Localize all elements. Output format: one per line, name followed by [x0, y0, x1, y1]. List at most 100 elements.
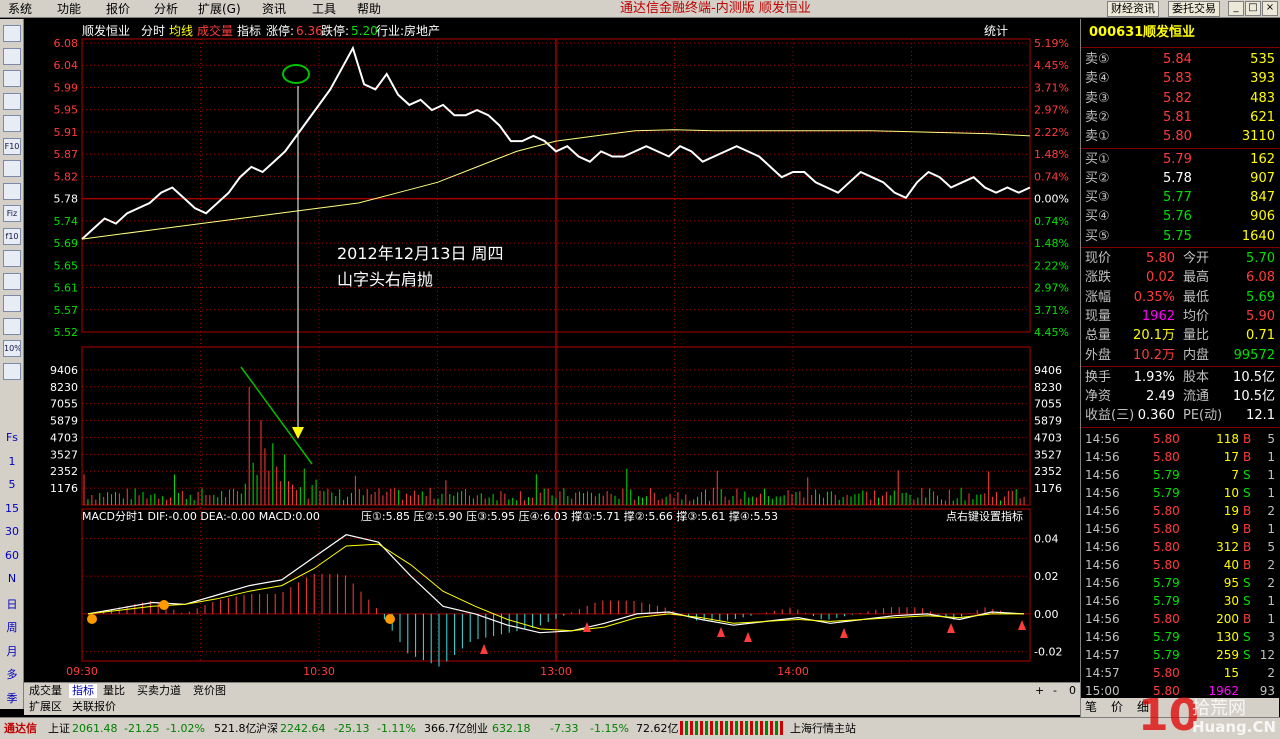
tab-bottom-indicator[interactable]: 指标	[69, 684, 97, 698]
search-icon[interactable]	[3, 250, 21, 267]
tick-row: 14:56 5.80 200 B 1	[1081, 610, 1279, 628]
tick-row: 14:56 5.80 118 B 5	[1081, 430, 1279, 448]
macd-levels: 压①:5.85 压②:5.90 压③:5.95 压④:6.03 撑①:5.71 …	[361, 510, 778, 523]
chart-a-icon[interactable]	[3, 272, 21, 290]
percent-icon[interactable]: 10%	[3, 340, 21, 357]
percent-tick-label: 4.45%	[1034, 326, 1069, 339]
period-10[interactable]: 月	[0, 643, 24, 659]
pencil-icon[interactable]	[3, 362, 21, 380]
tab-bottom-auction[interactable]: 竞价图	[190, 684, 229, 698]
hs-percent: -1.11%	[377, 722, 416, 735]
chart-b-icon[interactable]	[3, 295, 21, 312]
period-4[interactable]: 15	[0, 502, 24, 515]
grid-icon[interactable]	[3, 47, 21, 65]
trade-button[interactable]: 委托交易	[1168, 1, 1220, 17]
period-11[interactable]: 多	[0, 666, 24, 682]
fundamental-label-2: PE(动)	[1183, 408, 1223, 424]
stats-button[interactable]: 统计	[984, 24, 1008, 38]
f10b-icon[interactable]: f10	[3, 227, 21, 245]
menu-news[interactable]: 资讯	[262, 1, 286, 17]
tab-fenshi[interactable]: 分时	[141, 24, 165, 38]
tick-volume: 15	[1223, 665, 1239, 680]
panel-tab-3[interactable]: 细	[1137, 698, 1149, 717]
tab-related[interactable]: 关联报价	[69, 700, 119, 714]
tab-extension[interactable]: 扩展区	[26, 700, 65, 714]
tick-row: 14:57 5.79 259 S 12	[1081, 646, 1279, 664]
period-2[interactable]: 1	[0, 455, 24, 468]
menu-tools[interactable]: 工具	[312, 1, 336, 17]
percent-tick-label: 2.97%	[1034, 282, 1069, 295]
zoom-out-button[interactable]: -	[1050, 684, 1060, 698]
bid-label: 买②	[1085, 170, 1110, 186]
fundamental-row: 收益(三) 0.360 PE(动) 12.1	[1081, 406, 1279, 425]
tab-volume[interactable]: 成交量	[197, 24, 233, 38]
volume-tick-label-right: 5879	[1034, 415, 1062, 428]
period-1[interactable]: Fs	[0, 431, 24, 444]
minimize-button[interactable]: _	[1228, 1, 1244, 16]
f10-icon[interactable]: F10	[3, 137, 21, 155]
price-tick-label: 5.74	[54, 215, 79, 228]
menu-extend[interactable]: 扩展(G)	[198, 1, 241, 17]
tick-volume: 10	[1223, 485, 1239, 500]
tick-count: 2	[1267, 665, 1275, 680]
period-8[interactable]: 日	[0, 596, 24, 612]
tick-count: 1	[1267, 449, 1275, 464]
period-3[interactable]: 5	[0, 478, 24, 491]
period-6[interactable]: 60	[0, 549, 24, 562]
tick-time: 14:57	[1085, 665, 1120, 680]
percent-tick-label: 5.19%	[1034, 37, 1069, 50]
extension-tabs: 扩展区 关联报价	[24, 699, 1080, 715]
list-icon[interactable]	[3, 115, 21, 132]
ask-price: 5.80	[1163, 129, 1192, 145]
menu-analysis[interactable]: 分析	[154, 1, 178, 17]
period-12[interactable]: 季	[0, 690, 24, 706]
tab-bottom-volratio[interactable]: 量比	[100, 684, 128, 698]
quote-row: 涨幅 0.35% 最低 5.69	[1081, 288, 1279, 307]
zoom-in-button[interactable]: +	[1032, 684, 1047, 698]
percent-tick-label: 2.22%	[1034, 126, 1069, 139]
fiz-icon[interactable]: Fiz	[3, 205, 21, 222]
menu-function[interactable]: 功能	[57, 1, 81, 17]
tick-count: 2	[1267, 503, 1275, 518]
zoom-reset-button[interactable]: 0	[1066, 684, 1079, 698]
limit-up-value: 6.36	[296, 24, 323, 38]
chart-canvas: 6.08 5.19% 6.04 4.45% 5.99 3.71% 5.95 2.97% 5.91…	[50, 37, 1069, 678]
tab-bottom-volume[interactable]: 成交量	[26, 684, 65, 698]
period-9[interactable]: 周	[0, 619, 24, 635]
menu-quote[interactable]: 报价	[106, 1, 130, 17]
maximize-button[interactable]: □	[1245, 1, 1261, 16]
report-icon[interactable]	[3, 25, 21, 42]
close-button[interactable]: ×	[1262, 1, 1278, 16]
sell-signal-marker	[717, 627, 725, 637]
note-icon[interactable]	[3, 182, 21, 200]
tab-bottom-force[interactable]: 买卖力道	[134, 684, 184, 698]
tick-side: B	[1243, 503, 1252, 518]
quote-label-2: 最低	[1183, 289, 1210, 305]
tick-side: S	[1243, 485, 1251, 500]
sh-label: 上证	[48, 722, 70, 735]
quote-value-2: 0.71	[1246, 328, 1275, 344]
tab-indicator[interactable]: 指标	[237, 24, 261, 38]
news-button[interactable]: 财经资讯	[1107, 1, 1159, 17]
period-5[interactable]: 30	[0, 525, 24, 538]
menu-system[interactable]: 系统	[8, 1, 32, 17]
tick-row: 14:56 5.80 312 B 5	[1081, 538, 1279, 556]
panel-tab-2[interactable]: 价	[1111, 698, 1123, 717]
tick-side: B	[1243, 431, 1252, 446]
intraday-chart[interactable]: 6.08 5.19% 6.04 4.45% 5.99 3.71% 5.95 2.97% 5.91…	[24, 19, 1080, 682]
quote-value-2: 6.08	[1246, 270, 1275, 286]
chart-c-icon[interactable]	[3, 317, 21, 335]
panel-tab-1[interactable]: 笔	[1085, 698, 1097, 717]
tick-price: 5.79	[1153, 575, 1180, 590]
volume-tick-label-right: 9406	[1034, 364, 1062, 377]
volume-tick-label: 1176	[50, 482, 78, 495]
kline-icon[interactable]	[3, 70, 21, 87]
period-7[interactable]: N	[0, 572, 24, 585]
info-icon[interactable]	[3, 160, 21, 177]
tick-row: 14:57 5.80 15 2	[1081, 664, 1279, 682]
candle-icon[interactable]	[3, 92, 21, 110]
tab-junxian[interactable]: 均线	[169, 24, 193, 38]
menu-help[interactable]: 帮助	[357, 1, 381, 17]
hs-change: -25.13	[334, 722, 370, 735]
tick-count: 12	[1259, 647, 1275, 662]
